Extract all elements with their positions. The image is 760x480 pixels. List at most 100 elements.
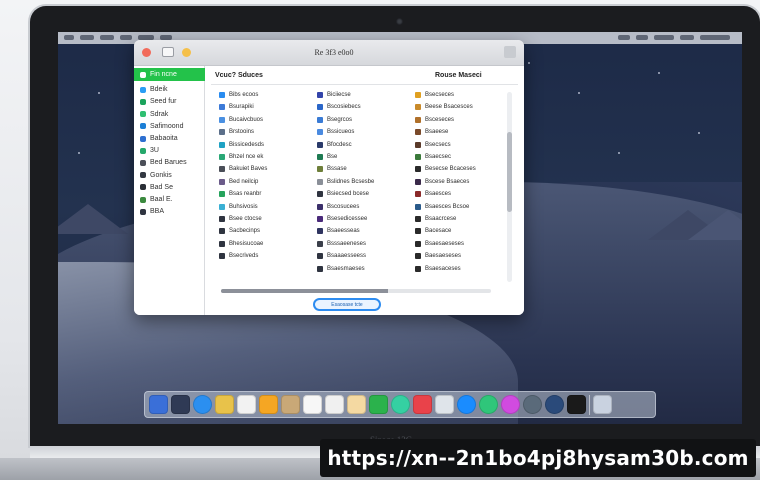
file-item[interactable]: Beese Bsacesces — [415, 102, 503, 112]
sidebar-item-label: Bad Se — [150, 183, 173, 191]
file-item[interactable]: Bssicueos — [317, 127, 405, 137]
file-item[interactable]: Bscosiebecs — [317, 102, 405, 112]
vertical-scrollbar[interactable] — [507, 92, 512, 282]
file-icon — [317, 240, 323, 247]
reminders-icon[interactable] — [325, 395, 344, 414]
sidebar-item[interactable]: Baal E. — [140, 194, 202, 205]
file-item[interactable]: Bfocdesc — [317, 140, 405, 150]
sidebar-item[interactable]: Babaoita — [140, 133, 202, 144]
file-item[interactable]: Brstooins — [219, 127, 307, 137]
sidebar-item[interactable]: Gonkis — [140, 170, 202, 181]
messages-icon[interactable] — [479, 395, 498, 414]
file-item[interactable]: Bsesedicessee — [317, 214, 405, 224]
file-item[interactable]: Bsaesces Bcsoe — [415, 202, 503, 212]
file-item[interactable]: Bhesisucoae — [219, 239, 307, 249]
window-titlebar[interactable]: Re 3f3 e0o0 — [134, 40, 524, 66]
photos-icon[interactable] — [237, 395, 256, 414]
file-item[interactable]: Bsecseces — [415, 90, 503, 100]
file-item[interactable]: Bucaivcbuos — [219, 115, 307, 125]
trash-icon[interactable] — [593, 395, 612, 414]
minimize-icon[interactable] — [182, 48, 191, 57]
primary-action-button[interactable]: Esaosase tcte — [313, 298, 381, 311]
settings-icon[interactable] — [523, 395, 542, 414]
close-icon[interactable] — [142, 48, 151, 57]
file-item[interactable]: Bhzel nce ek — [219, 152, 307, 162]
file-item[interactable]: Bsaaaesseess — [317, 251, 405, 261]
sidebar-item[interactable]: Bad Se — [140, 182, 202, 193]
news-icon[interactable] — [413, 395, 432, 414]
sidebar-item[interactable]: Fin ncne — [134, 68, 205, 81]
sidebar-item[interactable]: Seed fur — [140, 96, 202, 107]
facetime-icon[interactable] — [391, 395, 410, 414]
file-item[interactable]: Bsecriveds — [219, 251, 307, 261]
file-item[interactable]: Bsssaeeneses — [317, 239, 405, 249]
quicktime-icon[interactable] — [545, 395, 564, 414]
terminal-icon[interactable] — [567, 395, 586, 414]
file-label: Bed neilcip — [229, 178, 259, 185]
file-icon — [415, 265, 421, 272]
file-label: Bsaesaceses — [425, 265, 461, 272]
safari-icon[interactable] — [193, 395, 212, 414]
file-item[interactable]: Sacbecinps — [219, 226, 307, 236]
itunes-icon[interactable] — [501, 395, 520, 414]
file-item[interactable]: Bsas reanbr — [219, 189, 307, 199]
file-item[interactable]: Bscese Bsaeces — [415, 177, 503, 187]
file-item[interactable]: Bsee ctocse — [219, 214, 307, 224]
file-item[interactable]: Bissicedesds — [219, 140, 307, 150]
file-item[interactable]: Bsurapiki — [219, 102, 307, 112]
file-item[interactable]: Bsaeesseas — [317, 226, 405, 236]
file-item[interactable]: Bibs ecoos — [219, 90, 307, 100]
file-label: Bsceseces — [425, 116, 455, 123]
file-item[interactable]: Bakuiet Baves — [219, 164, 307, 174]
file-item[interactable]: Bsecsecs — [415, 140, 503, 150]
finder-icon[interactable] — [149, 395, 168, 414]
file-icon — [219, 253, 225, 260]
file-item[interactable]: Bscosucees — [317, 202, 405, 212]
sidebar-item[interactable]: 3U — [140, 145, 202, 156]
file-label: Buhsivosis — [229, 203, 258, 210]
folder-icon — [140, 196, 146, 203]
file-item[interactable]: Buhsivosis — [219, 202, 307, 212]
sidebar-item[interactable]: Bdeik — [140, 84, 202, 95]
file-item[interactable]: Bsaecsec — [415, 152, 503, 162]
file-item[interactable]: Bed neilcip — [219, 177, 307, 187]
file-item[interactable]: Biciiecse — [317, 90, 405, 100]
calendar-icon[interactable] — [303, 395, 322, 414]
file-item[interactable]: Besecse Bcaceses — [415, 164, 503, 174]
sidebar-item[interactable]: BBA — [140, 206, 202, 217]
numbers-icon[interactable] — [369, 395, 388, 414]
sidebar-toggle-button[interactable] — [162, 47, 174, 57]
file-item[interactable]: Bsceseces — [415, 115, 503, 125]
file-label: Bsaesces — [425, 191, 452, 198]
file-item[interactable]: Bslidnes Bcsesbe — [317, 177, 405, 187]
file-item[interactable]: Bacesace — [415, 226, 503, 236]
sidebar-item[interactable]: Safimoond — [140, 121, 202, 132]
sidebar-item[interactable]: Bed Barues — [140, 157, 202, 168]
launchpad-icon[interactable] — [171, 395, 190, 414]
file-icon — [317, 104, 323, 111]
pages-icon[interactable] — [259, 395, 278, 414]
file-item[interactable]: Bsaesces — [415, 189, 503, 199]
file-item[interactable]: Bsaesaceses — [415, 264, 503, 274]
file-item[interactable]: Bsaesaeseses — [415, 239, 503, 249]
file-item[interactable]: Bsegrcos — [317, 115, 405, 125]
preview-icon[interactable] — [435, 395, 454, 414]
file-item[interactable]: Bsaeese — [415, 127, 503, 137]
file-item[interactable]: Bsiecsed bcese — [317, 189, 405, 199]
finder-window[interactable]: Re 3f3 e0o0 Fin ncne Bdeik Seed fur Sdrak Sa… — [134, 40, 524, 315]
file-item[interactable]: Bssase — [317, 164, 405, 174]
file-label: Brstooins — [229, 129, 255, 136]
file-item[interactable]: Bsaesmaeses — [317, 264, 405, 274]
scroll-thumb[interactable] — [507, 132, 512, 212]
notes-icon[interactable] — [215, 395, 234, 414]
folder-icon — [140, 159, 146, 166]
window-action-button[interactable] — [504, 46, 516, 58]
file-item[interactable]: Bse — [317, 152, 405, 162]
file-item[interactable]: Baesaeseses — [415, 251, 503, 261]
folder-icon — [140, 208, 146, 215]
file-item[interactable]: Bsaacrcese — [415, 214, 503, 224]
sidebar-item[interactable]: Sdrak — [140, 109, 202, 120]
maps-icon[interactable] — [347, 395, 366, 414]
appstore-icon[interactable] — [457, 395, 476, 414]
contacts-icon[interactable] — [281, 395, 300, 414]
